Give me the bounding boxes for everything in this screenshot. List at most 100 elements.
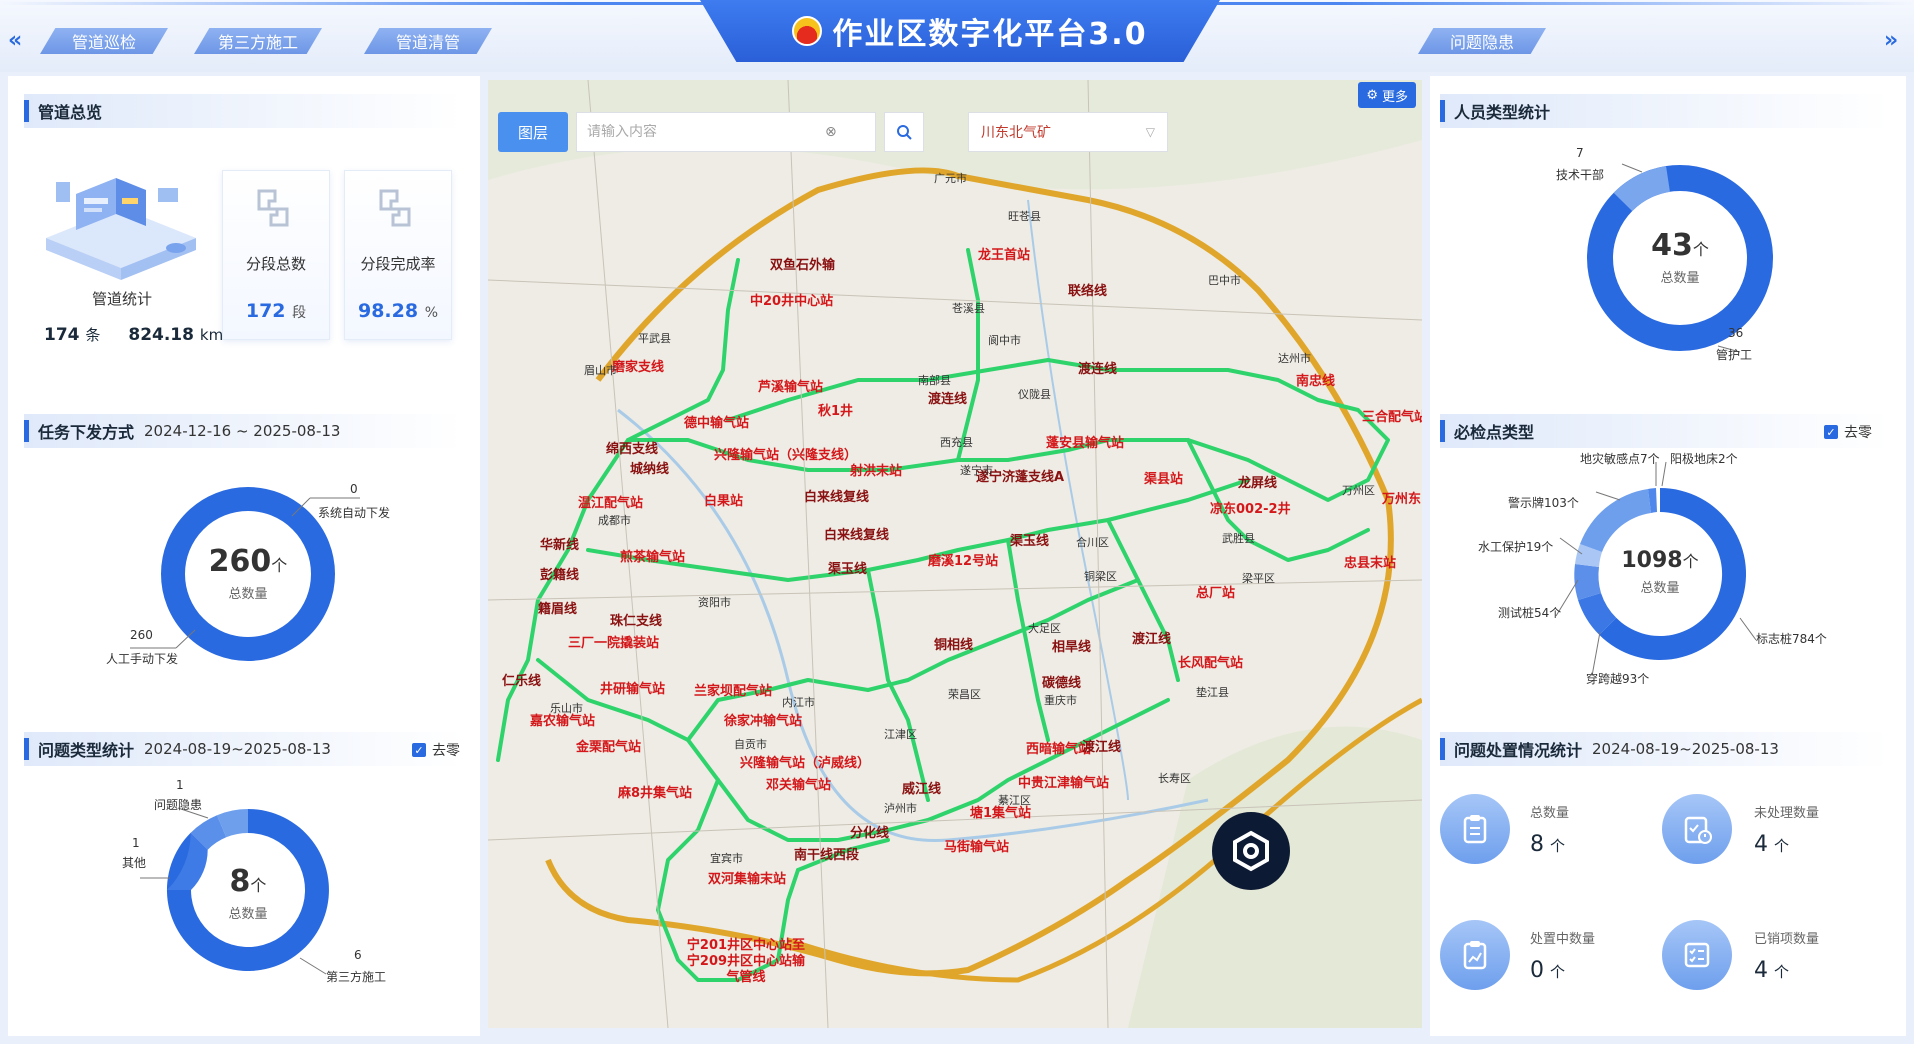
checkpoint-geo-hazard-label: 地灾敏感点7个 <box>1580 452 1660 466</box>
map-station-label[interactable]: 南忠线 <box>1296 370 1335 389</box>
map-station-label[interactable]: 磨溪12号站 <box>928 550 998 569</box>
company-logo-icon <box>792 16 823 46</box>
tab-issues[interactable]: 问题隐患 <box>1418 28 1546 54</box>
map-line-label: 白来线复线 <box>804 490 870 505</box>
map-station-label[interactable]: 温江配气站 <box>578 492 643 511</box>
map-line-label: 相旱线 <box>1052 640 1092 655</box>
map-station-label[interactable]: 兴隆输气站（兴隆支线） <box>714 448 857 464</box>
clear-icon[interactable]: ⊗ <box>825 124 837 140</box>
map-city-label: 平武县 <box>638 332 671 345</box>
map-station-label[interactable]: 三厂一院撬装站 <box>568 632 659 651</box>
map-station-label[interactable]: 蓬安县输气站 <box>1046 432 1124 451</box>
map-station-label[interactable]: 煎茶输气站 <box>620 546 685 565</box>
map-station-label[interactable]: 徐家冲输气站 <box>724 710 802 729</box>
map-line-label: 绵西支线 <box>606 442 659 457</box>
map-city-label: 成都市 <box>598 514 631 527</box>
map-station-label[interactable]: 井研输气站 <box>600 678 665 697</box>
map-station-label[interactable]: 麻8井集气站 <box>618 782 692 801</box>
map-station-label[interactable]: 金栗配气站 <box>576 736 641 755</box>
map-city-label: 西充县 <box>940 436 973 449</box>
map-city-label: 内江市 <box>782 696 815 709</box>
handling-unprocessed-unit: 个 <box>1774 837 1790 855</box>
map-more-label: 更多 <box>1381 89 1408 105</box>
pipeline-count: 174 <box>44 325 80 345</box>
issue-type-hazard-value: 1 <box>176 778 184 792</box>
tab-third-party[interactable]: 第三方施工 <box>194 28 322 54</box>
map-city-label: 铜梁区 <box>1084 570 1117 583</box>
handling-total-icon-circle <box>1440 794 1510 864</box>
checkbox-check-icon: ✓ <box>412 743 426 757</box>
handling-unprocessed-value: 4 <box>1754 832 1768 857</box>
segment-total-unit: 段 <box>292 305 307 321</box>
handling-total-value: 8 <box>1530 832 1544 857</box>
map-station-label[interactable]: 中贵江津输气站 <box>1018 772 1109 791</box>
map-station-label[interactable]: 三合配气站 <box>1362 406 1422 425</box>
map-station-label[interactable]: 凉东002-2井 <box>1210 498 1291 517</box>
map-city-label: 自贡市 <box>734 738 767 751</box>
segment-total-card: 分段总数 172 段 <box>222 170 330 340</box>
map-station-label[interactable]: 渠县站 <box>1144 468 1183 487</box>
handling-closed-unit: 个 <box>1774 963 1790 981</box>
task-date-range: 2024-12-16 ~ 2025-08-13 <box>144 422 341 440</box>
map-view[interactable]: 图层 ⊗ 川东北气矿 ▽ ⚙ 更多 中20井中心站 芦溪输气站 秋1井 德中输气… <box>488 80 1422 1028</box>
map-layer-button[interactable]: 图层 <box>498 112 568 152</box>
map-station-label[interactable]: 双河集输末站 <box>708 868 786 887</box>
map-more-button[interactable]: ⚙ 更多 <box>1358 82 1416 108</box>
map-city-label: 巴中市 <box>1208 274 1241 287</box>
issue-type-hazard-label: 问题隐患 <box>154 798 203 812</box>
map-station-label[interactable]: 宁201井区中心站至宁209井区中心站输气管线 <box>686 938 806 986</box>
checkpoint-total-label: 总数量 <box>1640 581 1680 596</box>
map-station-label[interactable]: 德中输气站 <box>684 412 749 431</box>
map-line-label: 碳德线 <box>1042 676 1082 691</box>
map-station-label[interactable]: 马街输气站 <box>944 836 1009 855</box>
map-line-label: 双鱼石外输 <box>770 258 836 273</box>
map-station-label[interactable]: 秋1井 <box>818 400 853 419</box>
map-station-label[interactable]: 邓关输气站 <box>766 774 831 793</box>
nav-right-arrow-icon[interactable]: » <box>1884 28 1898 53</box>
map-station-label[interactable]: 万州东 <box>1382 488 1421 507</box>
personnel-tech-value: 7 <box>1576 146 1584 160</box>
map-city-label: 万州区 <box>1342 484 1375 497</box>
tab-pipeline-pigging[interactable]: 管道清管 <box>364 28 492 54</box>
personnel-tech-label: 技术干部 <box>1556 168 1605 182</box>
map-station-label[interactable]: 白果站 <box>704 490 743 509</box>
map-locate-button[interactable] <box>1212 812 1290 890</box>
map-station-label[interactable]: 长风配气站 <box>1178 652 1243 671</box>
map-station-label[interactable]: 中20井中心站 <box>750 290 833 309</box>
map-line-label: 仁乐线 <box>502 674 542 689</box>
issue-type-third-party-label: 第三方施工 <box>326 970 387 984</box>
map-region-select[interactable]: 川东北气矿 ▽ <box>968 112 1168 152</box>
nav-left-arrow-icon[interactable]: « <box>8 28 22 53</box>
map-station-label[interactable]: 磨家支线 <box>612 356 664 375</box>
map-city-label: 广元市 <box>934 172 967 185</box>
map-line-label: 籍眉线 <box>538 602 578 617</box>
map-station-label[interactable]: 总厂站 <box>1196 582 1235 601</box>
overview-stats-label: 管道统计 <box>92 290 153 308</box>
map-line-label: 白来线复线 <box>824 528 890 543</box>
segment-total-value-line: 172 段 <box>223 300 329 322</box>
map-station-label[interactable]: 龙王首站 <box>978 244 1030 263</box>
map-line-label: 威江线 <box>902 782 942 797</box>
tab-pipeline-patrol[interactable]: 管道巡检 <box>40 28 168 54</box>
issue-type-hide-zero-checkbox[interactable]: ✓ 去零 <box>412 740 460 760</box>
map-region-value: 川东北气矿 <box>981 125 1051 141</box>
trend-clipboard-icon <box>1463 941 1487 970</box>
map-line-label: 华新线 <box>540 538 580 553</box>
handling-title-text: 问题处置情况统计 <box>1454 741 1583 760</box>
map-station-label[interactable]: 忠县末站 <box>1344 552 1396 571</box>
title-area: 作业区数字化平台3.0 <box>780 8 1160 54</box>
map-station-label[interactable]: 兴隆输气站（泸威线） <box>740 752 870 771</box>
handling-in-progress-value: 0 <box>1530 958 1544 983</box>
map-station-label[interactable]: 射洪末站 <box>850 460 902 479</box>
map-station-label[interactable]: 芦溪输气站 <box>758 376 823 395</box>
page-title: 作业区数字化平台3.0 <box>832 17 1148 52</box>
handling-total-value-line: 8个 <box>1530 832 1565 857</box>
map-city-label: 綦江区 <box>998 794 1031 807</box>
map-line-label: 渠玉线 <box>828 562 868 577</box>
map-city-label: 遂宁市 <box>960 464 993 477</box>
map-search-input[interactable] <box>587 124 817 140</box>
map-search-button[interactable] <box>884 112 924 152</box>
map-station-label[interactable]: 兰家坝配气站 <box>694 680 772 699</box>
checkpoint-hide-zero-checkbox[interactable]: ✓ 去零 <box>1824 422 1872 442</box>
map-city-label: 乐山市 <box>550 702 583 715</box>
